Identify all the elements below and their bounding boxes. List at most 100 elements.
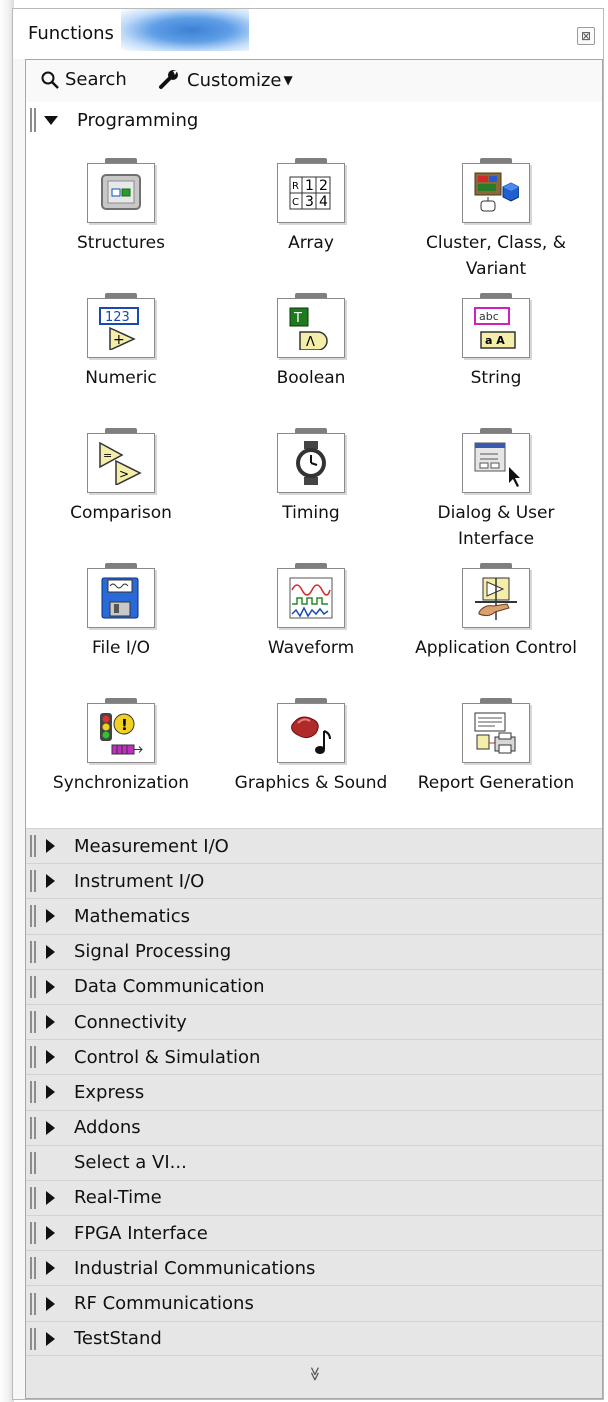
palette-item-cluster-class-variant[interactable]: Cluster, Class, & Variant [401,158,591,282]
category-teststand[interactable]: TestStand [26,1320,602,1356]
svg-text:2: 2 [319,178,328,194]
category-signal-processing[interactable]: Signal Processing [26,933,602,969]
category-mathematics[interactable]: Mathematics [26,898,602,934]
svg-text:R: R [292,181,299,192]
category-instrument-io[interactable]: Instrument I/O [26,863,602,899]
svg-text:>: > [119,467,129,481]
collapsed-triangle-icon [46,1296,55,1311]
category-label: Control & Simulation [74,1046,261,1068]
drag-grip-icon[interactable] [30,1011,36,1034]
window-title: Functions [28,23,114,44]
dialog-user-interface-icon [462,428,530,494]
drag-grip-icon[interactable] [30,1292,36,1315]
dialog-user-interface-label: Dialog & User Interface [437,503,555,549]
collapsed-triangle-icon [46,1261,55,1276]
palette-toolbar: Search Customize ▼ [26,60,602,103]
palette-panel: Search Customize ▼ Programming Structure… [25,59,603,1399]
palette-item-boolean[interactable]: T Λ Boolean [216,293,406,391]
close-button[interactable]: ⊠ [577,27,595,45]
palette-item-structures[interactable]: Structures [26,158,216,256]
drag-grip-icon[interactable] [30,1081,36,1104]
timing-label: Timing [282,503,340,523]
programming-palette-grid: Structures R C 1 2 3 4 Array Cluster, Cl… [26,138,602,828]
programming-label: Programming [77,109,199,131]
svg-text:T: T [293,311,302,326]
drag-grip-icon[interactable] [30,975,36,998]
collapsed-triangle-icon [46,944,55,959]
svg-text:=: = [103,449,112,462]
timing-icon [277,428,345,494]
search-icon [41,71,59,89]
category-real-time[interactable]: Real-Time [26,1179,602,1216]
category-label: Instrument I/O [74,870,205,892]
category-measurement-io[interactable]: Measurement I/O [26,828,602,864]
customize-button[interactable]: Customize ▼ [158,69,293,91]
palette-item-waveform[interactable]: Waveform [216,563,406,661]
collapsed-triangle-icon [46,1120,55,1135]
structures-icon [87,158,155,224]
palette-item-file-io[interactable]: File I/O [26,563,216,661]
category-label: TestStand [74,1328,162,1350]
svg-text:!: ! [121,716,128,734]
drag-grip-icon[interactable] [30,1257,36,1280]
programming-header[interactable]: Programming [26,102,602,138]
drag-grip-icon[interactable] [30,1046,36,1069]
category-connectivity[interactable]: Connectivity [26,1003,602,1040]
palette-item-comparison[interactable]: = > Comparison [26,428,216,526]
drag-grip-icon[interactable] [30,1186,36,1209]
customize-label: Customize [187,69,282,91]
title-blur [121,9,249,51]
palette-item-numeric[interactable]: 123 + Numeric [26,293,216,391]
graphics-sound-label: Graphics & Sound [234,773,388,793]
category-industrial-communications[interactable]: Industrial Communications [26,1250,602,1286]
svg-text:4: 4 [319,194,328,210]
palette-item-string[interactable]: abc a A String [401,293,591,391]
string-label: String [470,368,522,388]
category-addons[interactable]: Addons [26,1109,602,1145]
svg-text:+: + [113,332,125,348]
drag-grip-icon[interactable] [30,870,36,893]
search-button[interactable]: Search [40,69,127,90]
waveform-icon [277,563,345,629]
category-fpga-interface[interactable]: FPGA Interface [26,1215,602,1251]
drag-grip-icon[interactable] [30,940,36,963]
drag-grip-icon[interactable] [30,1222,36,1245]
palette-item-graphics-sound[interactable]: Graphics & Sound [216,698,406,796]
application-control-label: Application Control [415,638,577,658]
category-label: Mathematics [74,905,190,927]
drag-grip-icon[interactable] [30,905,36,928]
palette-item-array[interactable]: R C 1 2 3 4 Array [216,158,406,256]
report-generation-label: Report Generation [417,773,575,793]
wrench-icon [159,70,178,89]
palette-item-timing[interactable]: Timing [216,428,406,526]
category-select-a-vi[interactable]: Select a VI... [26,1144,602,1180]
string-icon: abc a A [462,293,530,359]
drag-grip-icon[interactable] [30,1327,36,1350]
category-data-communication[interactable]: Data Communication [26,968,602,1004]
category-control-simulation[interactable]: Control & Simulation [26,1039,602,1075]
palette-item-application-control[interactable]: Application Control [401,563,591,661]
waveform-label: Waveform [267,638,355,658]
collapsed-triangle-icon [46,909,55,924]
show-more-button[interactable]: ≫ [26,1355,602,1398]
palette-item-report-generation[interactable]: Report Generation [401,698,591,796]
drag-grip-icon[interactable] [30,108,36,132]
collapsed-triangle-icon [46,874,55,889]
drag-grip-icon[interactable] [30,1116,36,1139]
palette-item-synchronization[interactable]: ! Synchronization [26,698,216,796]
drag-grip-icon[interactable] [30,835,36,858]
drag-grip-icon[interactable] [30,1151,36,1174]
category-label: Real-Time [74,1187,162,1209]
title-bar[interactable]: Functions ⊠ [13,9,603,59]
category-rf-communications[interactable]: RF Communications [26,1285,602,1321]
palette-item-dialog-user-interface[interactable]: Dialog & User Interface [401,428,591,552]
file-io-icon [87,563,155,629]
graphics-sound-icon [277,698,345,764]
application-control-icon [462,563,530,629]
boolean-icon: T Λ [277,293,345,359]
category-express[interactable]: Express [26,1074,602,1110]
numeric-icon: 123 + [87,293,155,359]
comparison-label: Comparison [70,503,172,523]
collapsed-triangle-icon [46,979,55,994]
cluster-class-variant-icon [462,158,530,224]
